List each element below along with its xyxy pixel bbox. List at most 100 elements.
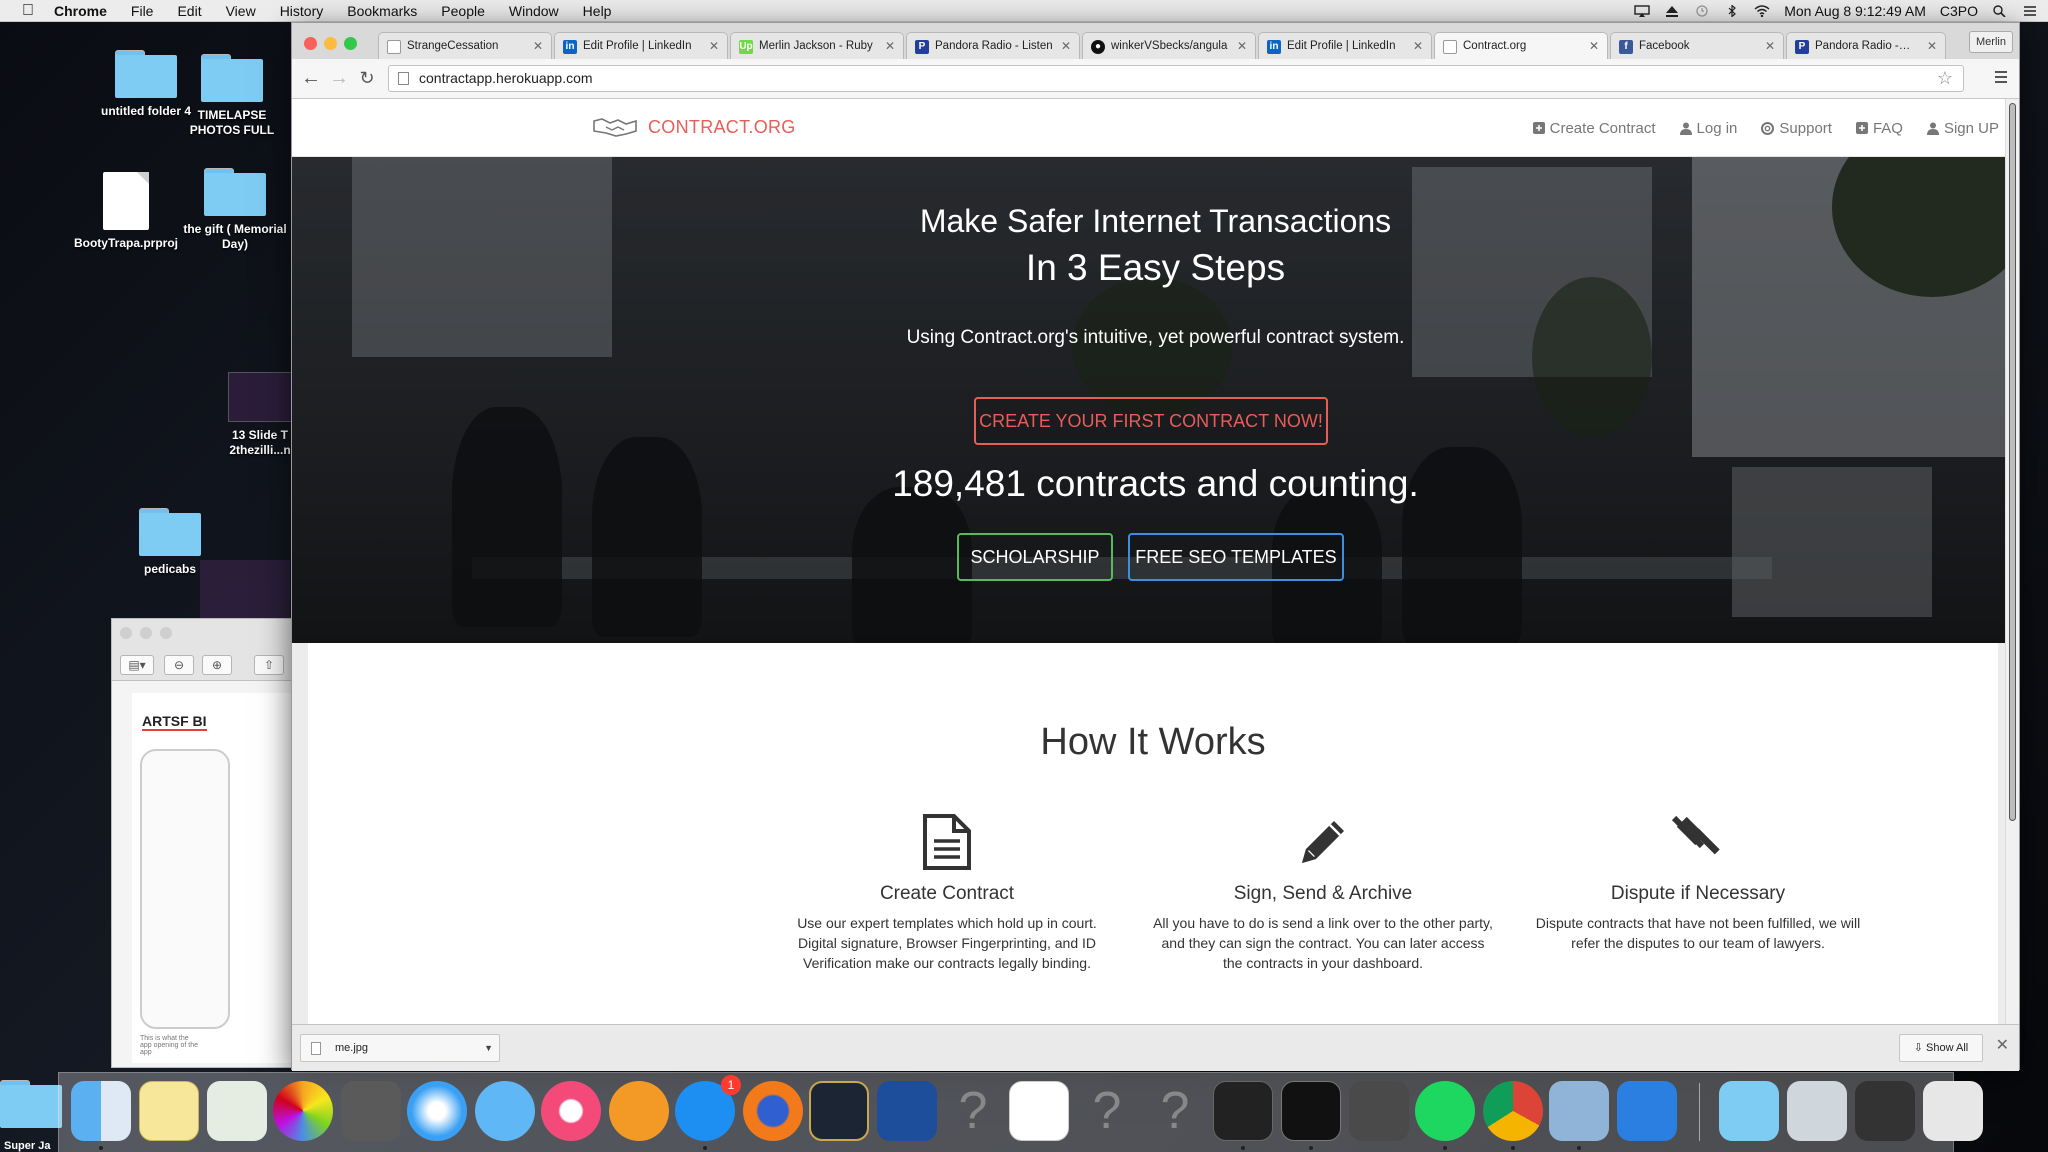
tab-pandora-radio-2[interactable]: P Pandora Radio - Lis ✕ — [1786, 32, 1946, 59]
bookmark-star-icon[interactable]: ☆ — [1937, 66, 1953, 91]
nav-log-in[interactable]: Log in — [1679, 120, 1737, 137]
window-close-button[interactable] — [304, 37, 317, 50]
filezilla-icon[interactable] — [877, 1081, 937, 1141]
desktop-folder-the-gift[interactable]: the gift ( Memorial Day) — [175, 168, 295, 252]
trash-icon[interactable] — [1923, 1081, 1983, 1141]
forward-arrow-icon[interactable]: → — [328, 68, 350, 90]
tab-close-icon[interactable]: ✕ — [1413, 33, 1423, 59]
window-zoom-button[interactable] — [344, 37, 357, 50]
sublime-text-icon[interactable] — [1349, 1081, 1409, 1141]
tab-close-icon[interactable]: ✕ — [1237, 33, 1247, 59]
unknown-app-icon[interactable]: ? — [1145, 1081, 1205, 1141]
desktop-file-bootytrapa[interactable]: BootyTrapa.prproj — [66, 172, 186, 251]
tab-close-icon[interactable]: ✕ — [1589, 33, 1599, 59]
zoom-out-icon[interactable]: ⊖ — [164, 655, 194, 675]
vnc-viewer-icon[interactable] — [1009, 1081, 1069, 1141]
image-capture-icon[interactable] — [341, 1081, 401, 1141]
unknown-app-icon[interactable]: ? — [943, 1081, 1003, 1141]
menu-file[interactable]: File — [119, 3, 166, 19]
menu-help[interactable]: Help — [571, 3, 624, 19]
back-arrow-icon[interactable]: ← — [300, 68, 322, 90]
airplay-icon[interactable] — [1634, 5, 1650, 17]
tab-github-angular[interactable]: ● winkerVSbecks/angula ✕ — [1082, 32, 1256, 59]
chevron-down-icon[interactable]: ▼ — [484, 1035, 493, 1061]
desktop-folder-pedicabs[interactable]: pedicabs — [110, 508, 230, 577]
sidebar-toggle-icon[interactable]: ▤▾ — [120, 655, 154, 675]
tab-linkedin-edit-profile[interactable]: in Edit Profile | LinkedIn ✕ — [554, 32, 728, 59]
zoom-in-icon[interactable]: ⊕ — [202, 655, 232, 675]
desktop-folder-edge[interactable] — [0, 1080, 62, 1130]
notification-center-icon[interactable] — [2022, 5, 2038, 17]
address-bar[interactable]: contractapp.herokuapp.com ☆ — [388, 65, 1964, 92]
preview-icon[interactable] — [1549, 1081, 1609, 1141]
apple-menu-icon[interactable]:  — [14, 2, 42, 20]
menubar-user[interactable]: C3PO — [1940, 3, 1978, 19]
ibooks-icon[interactable] — [609, 1081, 669, 1141]
time-machine-icon[interactable] — [1694, 5, 1710, 17]
reload-icon[interactable]: ↻ — [356, 68, 378, 90]
tab-contract-org[interactable]: Contract.org ✕ — [1434, 32, 1608, 59]
window-zoom-button[interactable] — [160, 627, 172, 639]
tab-close-icon[interactable]: ✕ — [1927, 33, 1937, 59]
tab-close-icon[interactable]: ✕ — [1061, 33, 1071, 59]
nav-faq[interactable]: FAQ — [1855, 120, 1903, 137]
tab-close-icon[interactable]: ✕ — [709, 33, 719, 59]
menu-people[interactable]: People — [429, 3, 497, 19]
messages-icon[interactable] — [475, 1081, 535, 1141]
bluetooth-file-exchange-icon[interactable] — [1617, 1081, 1677, 1141]
tab-close-icon[interactable]: ✕ — [1765, 33, 1775, 59]
window-close-button[interactable] — [120, 627, 132, 639]
download-item[interactable]: me.jpg ▼ — [300, 1034, 500, 1062]
safari-icon[interactable] — [407, 1081, 467, 1141]
tab-close-icon[interactable]: ✕ — [533, 33, 543, 59]
preview-app-window[interactable]: ▤▾ ⊖ ⊕ ⇧ ARTSF BI This is what the app o… — [111, 618, 312, 1068]
applications-folder-icon[interactable] — [1719, 1081, 1779, 1141]
tab-linkedin-edit-profile-2[interactable]: in Edit Profile | LinkedIn ✕ — [1258, 32, 1432, 59]
show-all-downloads-button[interactable]: ⇩ Show All — [1899, 1034, 1983, 1062]
terminal-icon[interactable] — [1281, 1081, 1341, 1141]
tab-close-icon[interactable]: ✕ — [885, 33, 895, 59]
menu-app-chrome[interactable]: Chrome — [42, 3, 119, 19]
page-info-icon[interactable] — [398, 72, 409, 85]
tab-pandora-radio[interactable]: P Pandora Radio - Listen ✕ — [906, 32, 1080, 59]
tab-facebook[interactable]: f Facebook ✕ — [1610, 32, 1784, 59]
notes-icon[interactable] — [139, 1081, 199, 1141]
site-logo[interactable]: CONTRACT.ORG — [592, 112, 796, 142]
eject-icon[interactable] — [1664, 5, 1680, 17]
spotlight-search-icon[interactable] — [1992, 5, 2008, 17]
page-scrollbar[interactable] — [2005, 99, 2019, 1024]
menu-window[interactable]: Window — [497, 3, 571, 19]
tab-strangecessation[interactable]: StrangeCessation ✕ — [378, 32, 552, 59]
calendar-icon[interactable] — [207, 1081, 267, 1141]
nav-create-contract[interactable]: Create Contract — [1532, 120, 1656, 137]
menu-edit[interactable]: Edit — [165, 3, 213, 19]
app-store-icon[interactable]: 1 — [675, 1075, 741, 1141]
free-seo-templates-button[interactable]: FREE SEO TEMPLATES — [1128, 533, 1344, 581]
unknown-app-icon[interactable]: ? — [1077, 1081, 1137, 1141]
nav-sign-up[interactable]: Sign UP — [1926, 120, 1999, 137]
chrome-icon[interactable] — [1483, 1081, 1543, 1141]
window-minimize-button[interactable] — [140, 627, 152, 639]
firefox-icon[interactable] — [743, 1081, 803, 1141]
downloads-close-icon[interactable]: ✕ — [1996, 1035, 2009, 1055]
final-cut-pro-icon[interactable] — [1213, 1081, 1273, 1141]
itunes-icon[interactable] — [541, 1081, 601, 1141]
desktop-folder-timelapse-photos[interactable]: TIMELAPSE PHOTOS FULL — [172, 54, 292, 138]
recent-stack-icon[interactable] — [1855, 1081, 1915, 1141]
window-minimize-button[interactable] — [324, 37, 337, 50]
bluetooth-icon[interactable] — [1724, 5, 1740, 17]
create-first-contract-button[interactable]: CREATE YOUR FIRST CONTRACT NOW! — [974, 397, 1328, 445]
menu-view[interactable]: View — [214, 3, 268, 19]
spotify-icon[interactable] — [1415, 1081, 1475, 1141]
league-of-legends-icon[interactable] — [809, 1081, 869, 1141]
wifi-icon[interactable] — [1754, 5, 1770, 17]
tab-merlin-jackson[interactable]: Up Merlin Jackson - Ruby ✕ — [730, 32, 904, 59]
scholarship-button[interactable]: SCHOLARSHIP — [957, 533, 1113, 581]
chrome-menu-icon[interactable] — [1993, 69, 2009, 85]
photos-icon[interactable] — [273, 1081, 333, 1141]
nav-support[interactable]: Support — [1761, 120, 1832, 137]
menubar-clock[interactable]: Mon Aug 8 9:12:49 AM — [1784, 3, 1926, 19]
downloads-stack-icon[interactable] — [1787, 1081, 1847, 1141]
scrollbar-thumb[interactable] — [2009, 103, 2016, 821]
finder-icon[interactable] — [71, 1081, 131, 1141]
